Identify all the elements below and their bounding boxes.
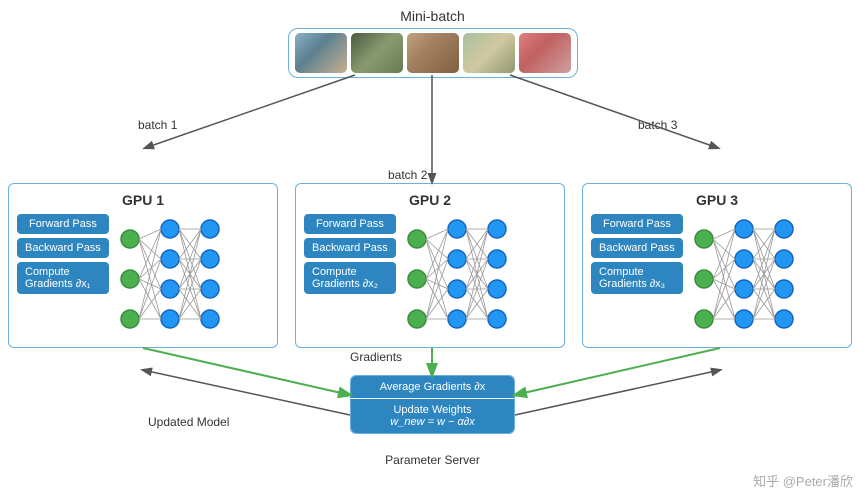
gpu3-content: Forward Pass Backward Pass Compute Gradi… [591,214,843,344]
gpu3-backward: Backward Pass [591,238,683,258]
img-animal [463,33,515,73]
gpu2-backward: Backward Pass [304,238,396,258]
gpu1-compute: Compute Gradients ∂x₁ [17,262,109,294]
nn2-svg [402,214,522,344]
gpu1-buttons: Forward Pass Backward Pass Compute Gradi… [17,214,109,294]
param-server-box: Average Gradients ∂x Update Weights w_ne… [350,375,515,434]
batch3-label: batch 3 [638,118,677,132]
gpu3-buttons: Forward Pass Backward Pass Compute Gradi… [591,214,683,294]
gpu3-box: GPU 3 Forward Pass Backward Pass Compute… [582,183,852,348]
gpu2-title: GPU 2 [304,192,556,208]
update-weights: Update Weights w_new = w − α∂x [351,398,514,433]
nn1-svg [115,214,235,344]
gpu1-content: Forward Pass Backward Pass Compute Gradi… [17,214,269,344]
gpu2-forward: Forward Pass [304,214,396,234]
img-soldier [351,33,403,73]
param-server-label: Parameter Server [350,453,515,467]
batch2-label: batch 2 [388,168,427,182]
gpu1-box: GPU 1 Forward Pass Backward Pass Compute… [8,183,278,348]
gpu3-forward: Forward Pass [591,214,683,234]
img-building2 [407,33,459,73]
batch1-label: batch 1 [138,118,177,132]
gpu2-compute: Compute Gradients ∂x₂ [304,262,396,294]
gpu3-title: GPU 3 [591,192,843,208]
nn3-svg [689,214,809,344]
gpu1-backward: Backward Pass [17,238,109,258]
avg-gradients: Average Gradients ∂x [351,376,514,398]
gradients-label: Gradients [350,350,402,364]
diagram: Mini-batch batch 1 batch 2 batch 3 GPU 1… [0,0,865,500]
img-bicycle [519,33,571,73]
gpu2-box: GPU 2 Forward Pass Backward Pass Compute… [295,183,565,348]
updated-model-label: Updated Model [148,415,229,429]
gpu1-forward: Forward Pass [17,214,109,234]
watermark: 知乎 @Peter潘欣 [753,471,853,490]
gpu2-buttons: Forward Pass Backward Pass Compute Gradi… [304,214,396,294]
gpu3-compute: Compute Gradients ∂x₃ [591,262,683,294]
minibatch-images [288,28,578,78]
gpu1-title: GPU 1 [17,192,269,208]
img-building [295,33,347,73]
minibatch-label: Mini-batch [400,8,465,24]
gpu2-content: Forward Pass Backward Pass Compute Gradi… [304,214,556,344]
